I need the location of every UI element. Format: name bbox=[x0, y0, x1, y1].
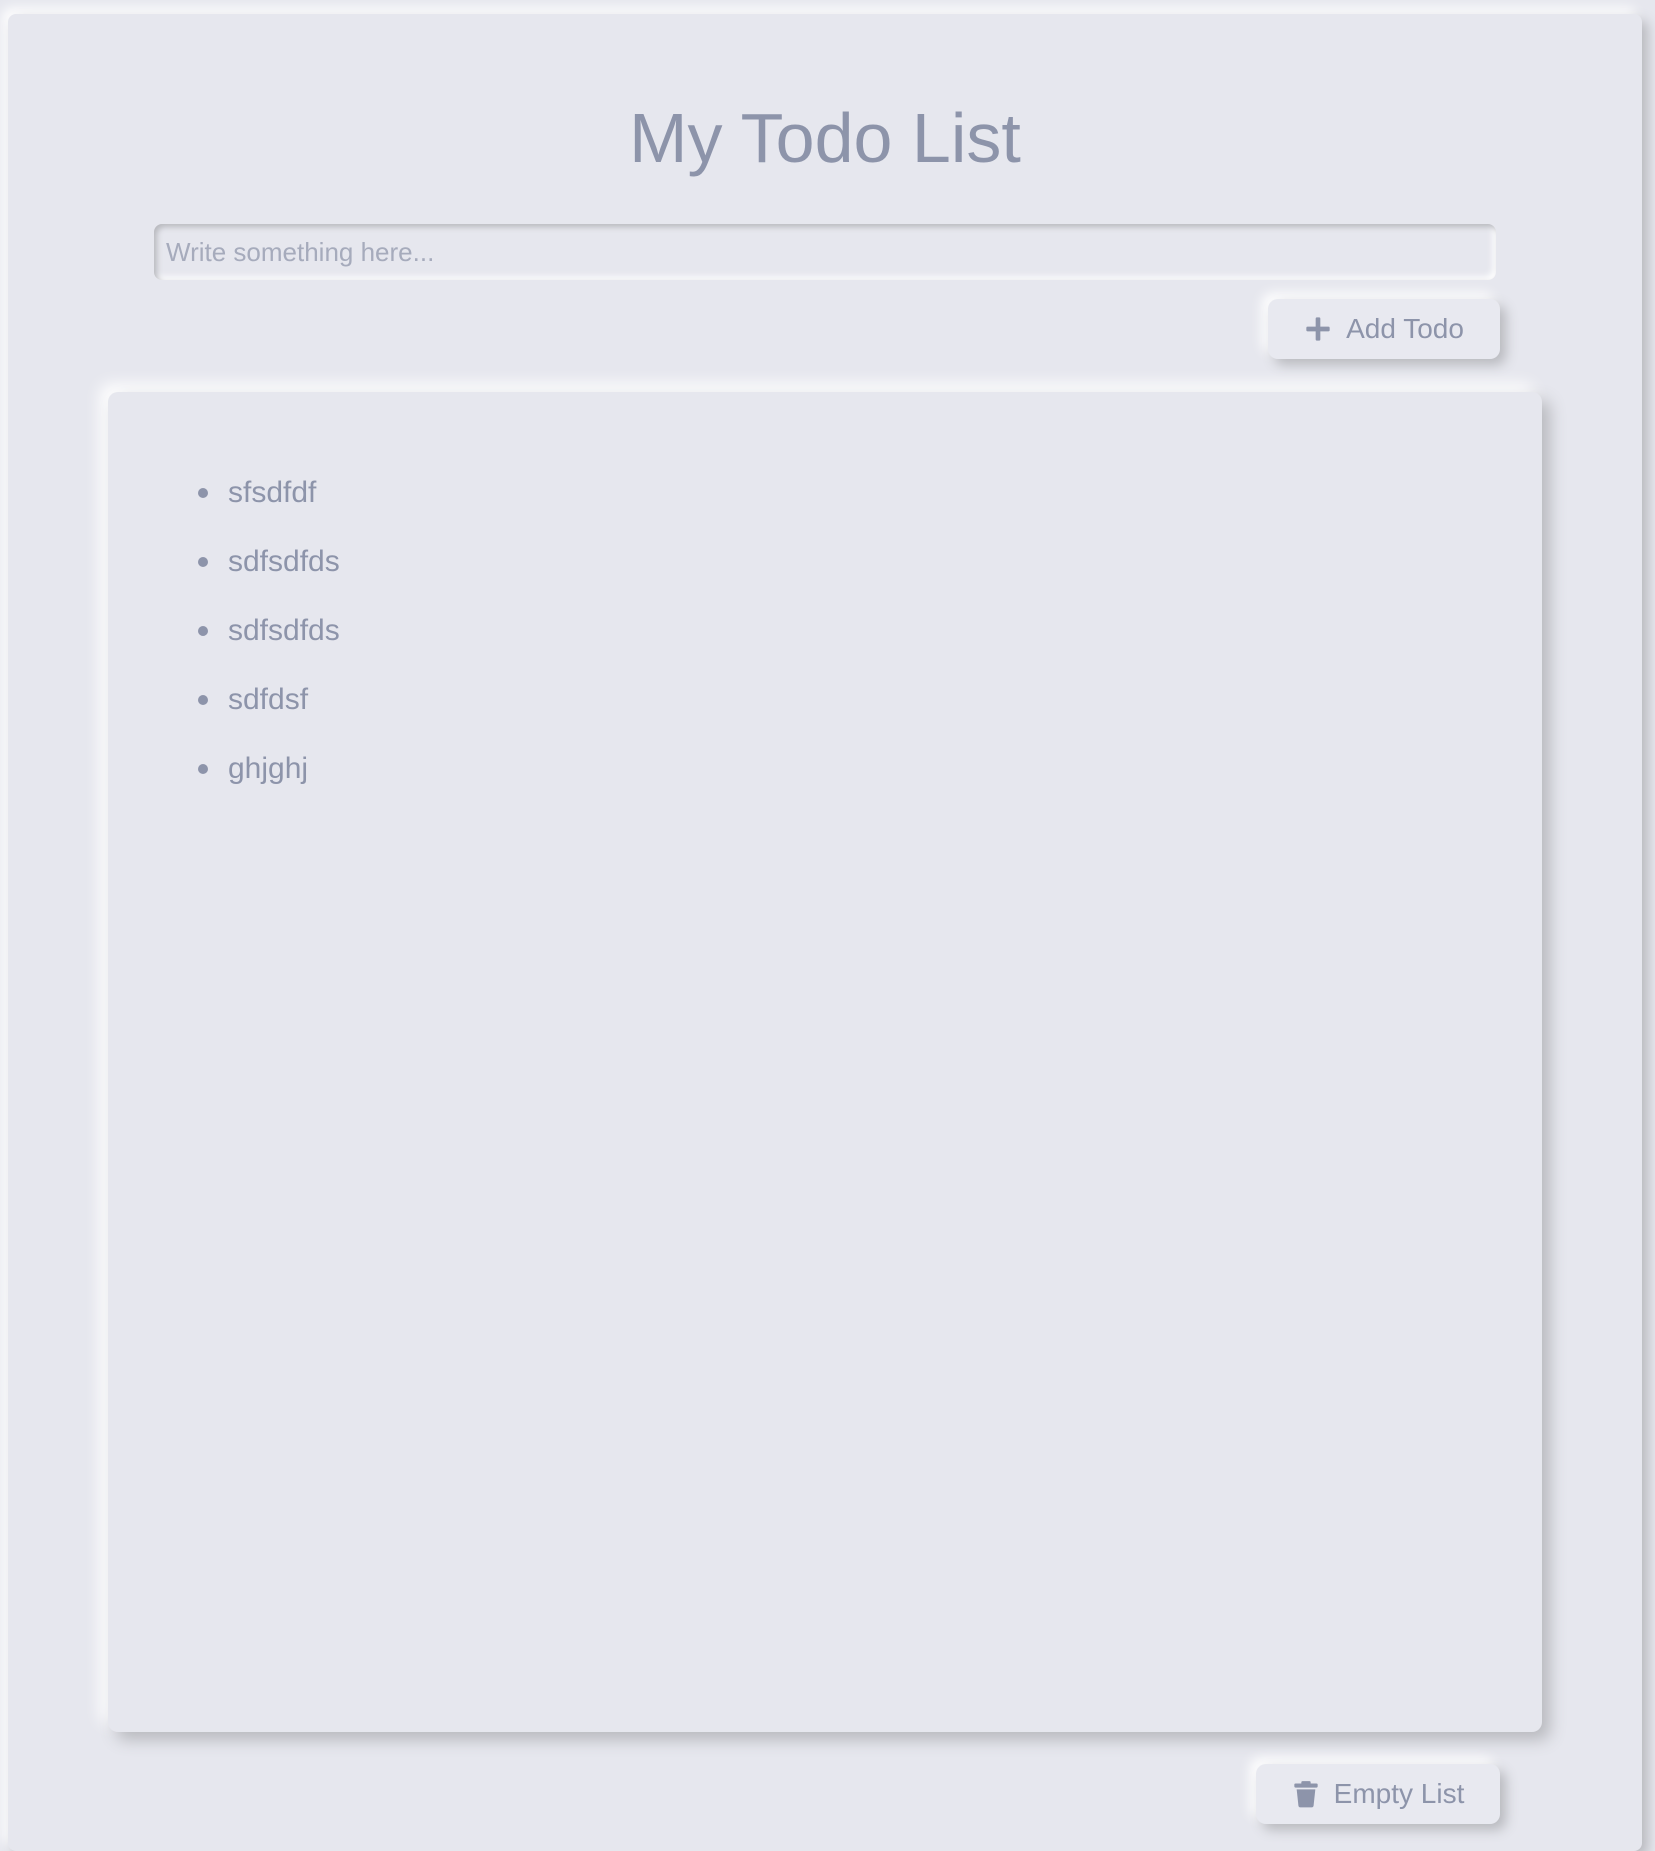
add-todo-label: Add Todo bbox=[1346, 313, 1464, 344]
todo-list: sfsdfdf sdfsdfds sdfsdfds sdfdsf ghjghj bbox=[198, 458, 340, 803]
todo-item[interactable]: ghjghj bbox=[198, 734, 340, 803]
empty-list-label: Empty List bbox=[1333, 1778, 1465, 1809]
trash-icon bbox=[1292, 1780, 1320, 1808]
todo-item[interactable]: sdfdsf bbox=[198, 665, 340, 734]
page-title: My Todo List bbox=[629, 99, 1021, 177]
todo-item[interactable]: sdfsdfds bbox=[198, 596, 340, 665]
plus-icon bbox=[1304, 315, 1332, 343]
todo-list-panel: sfsdfdf sdfsdfds sdfsdfds sdfdsf ghjghj bbox=[108, 392, 1542, 1732]
todo-app: My Todo List Add Todo sfsdfdf sdfsdfds s… bbox=[8, 14, 1642, 1851]
todo-item[interactable]: sdfsdfds bbox=[198, 527, 340, 596]
empty-list-button[interactable]: Empty List bbox=[1256, 1764, 1500, 1824]
add-todo-button[interactable]: Add Todo bbox=[1268, 299, 1500, 359]
todo-input[interactable] bbox=[154, 224, 1496, 280]
todo-item[interactable]: sfsdfdf bbox=[198, 458, 340, 527]
